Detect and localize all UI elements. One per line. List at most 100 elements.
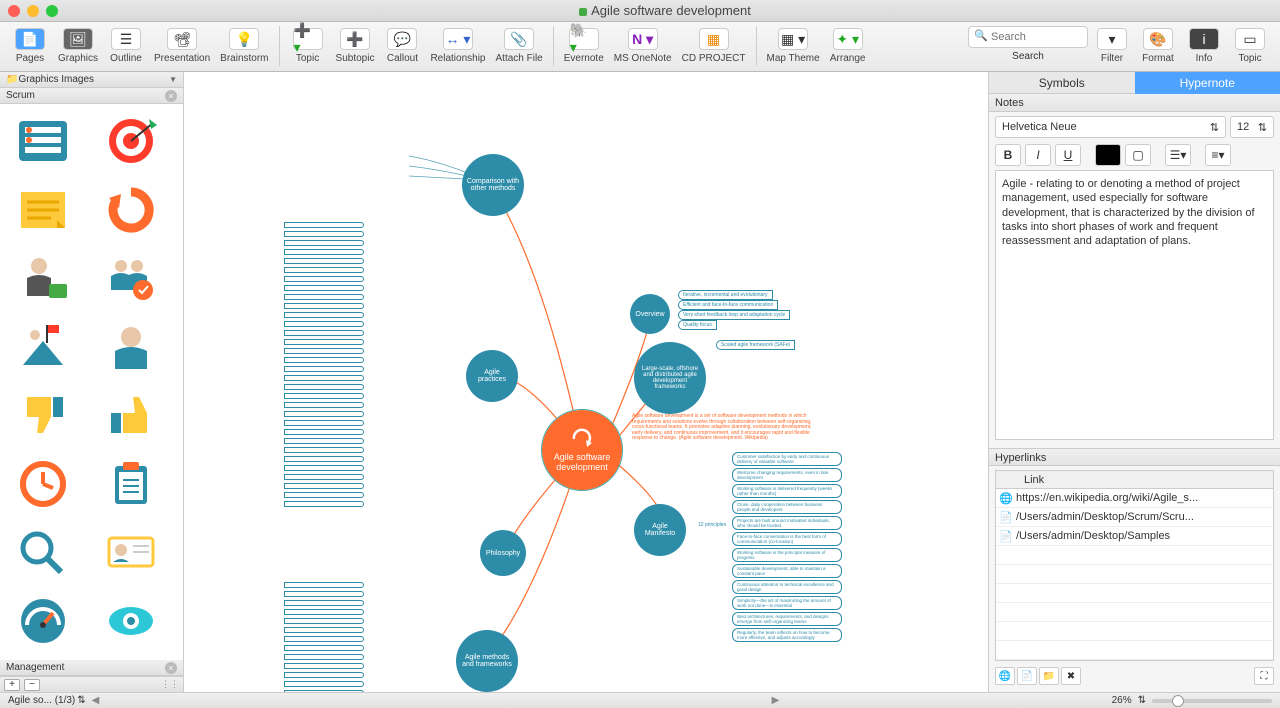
leaf-item[interactable] [284,447,364,453]
resize-handle[interactable]: ⋮⋮ [161,679,179,690]
leaf-item[interactable] [284,654,364,660]
manifesto-item[interactable]: Simplicity—the art of maximizing the amo… [732,596,842,610]
graphics-button[interactable]: 🖼Graphics [54,26,102,66]
format-button[interactable]: 🎨Format [1136,26,1180,66]
link-web-button[interactable]: 🌐 [995,667,1015,685]
leaf-item[interactable] [284,681,364,687]
leaf-item[interactable] [284,420,364,426]
leaf-item[interactable] [284,600,364,606]
canvas[interactable]: Agile software development Agile softwar… [184,72,988,692]
underline-button[interactable]: U [1055,144,1081,166]
target-icon[interactable] [96,112,166,170]
page-indicator[interactable]: Agile so... (1/3) [8,695,75,706]
leaf-item[interactable] [284,465,364,471]
pages-button[interactable]: 📄Pages [8,26,52,66]
font-select[interactable]: Helvetica Neue⇅ [995,116,1226,138]
leaf-item[interactable] [284,645,364,651]
leaf-item[interactable] [284,492,364,498]
cycle-icon[interactable] [96,181,166,239]
leaf-item[interactable] [284,321,364,327]
magnifier-icon[interactable] [8,523,78,581]
subtopic-button[interactable]: ➕Subtopic [332,26,379,66]
maptheme-button[interactable]: ▦ ▾Map Theme [763,26,824,66]
symbols-tab[interactable]: Symbols [989,72,1135,94]
bold-button[interactable]: B [995,144,1021,166]
flag-person-icon[interactable] [8,318,78,376]
clipboard-icon[interactable] [96,455,166,513]
relationship-button[interactable]: ↔ ▾Relationship [426,26,489,66]
manifesto-item[interactable]: Working software is the principal measur… [732,548,842,562]
leaf-item[interactable] [284,339,364,345]
topic-panel-button[interactable]: ▭Topic [1228,26,1272,66]
link-expand-button[interactable]: ⛶ [1254,667,1274,685]
clock-icon[interactable] [8,455,78,513]
hypernote-tab[interactable]: Hypernote [1135,72,1280,94]
manifesto-node[interactable]: Agile Manifesto [634,504,686,556]
leaf-item[interactable] [284,582,364,588]
overview-item[interactable]: Efficient and face-to-face communication [678,300,778,310]
manifesto-item[interactable]: Welcome changing requirements, even in l… [732,468,842,482]
manifesto-item[interactable]: Customer satisfaction by early and conti… [732,452,842,466]
link-row[interactable]: 📄/Users/admin/Desktop/Scrum/Scru... [996,508,1273,527]
leaf-item[interactable] [284,618,364,624]
leaf-item[interactable] [284,375,364,381]
link-remove-button[interactable]: ✖ [1061,667,1081,685]
leaf-item[interactable] [284,672,364,678]
leaf-item[interactable] [284,474,364,480]
search-field[interactable]: Search [968,26,1088,62]
businessman-money-icon[interactable] [8,249,78,307]
leaf-item[interactable] [284,456,364,462]
leaf-item[interactable] [284,366,364,372]
center-topic[interactable]: Agile software development [542,410,622,490]
leaf-item[interactable] [284,690,364,692]
leaf-item[interactable] [284,303,364,309]
leaf-item[interactable] [284,231,364,237]
philosophy-node[interactable]: Philosophy [480,530,526,576]
leaf-item[interactable] [284,285,364,291]
list-button[interactable]: ☰▾ [1165,144,1191,166]
add-button[interactable]: + [4,679,20,691]
practices-node[interactable]: Agile practices [466,350,518,402]
text-color-button[interactable] [1095,144,1121,166]
eye-icon[interactable] [96,592,166,650]
italic-button[interactable]: I [1025,144,1051,166]
manifesto-item[interactable]: Face-to-face conversation is the best fo… [732,532,842,546]
leaf-item[interactable] [284,276,364,282]
onenote-button[interactable]: N ▾MS OneNote [610,26,676,66]
arrange-button[interactable]: ✦ ▾Arrange [826,26,870,66]
overview-item[interactable]: Iterative, incremental and evolutionary [678,290,773,300]
leaf-item[interactable] [284,483,364,489]
leaf-item[interactable] [284,663,364,669]
close-section-icon[interactable]: × [165,90,177,102]
largescale-node[interactable]: Large-scale, offshore and distributed ag… [634,342,706,414]
leaf-item[interactable] [284,357,364,363]
thumbs-up-icon[interactable] [96,386,166,444]
link-row[interactable]: 🌐https://en.wikipedia.org/wiki/Agile_s..… [996,489,1273,508]
gauge-icon[interactable] [8,592,78,650]
presentation-button[interactable]: 📽Presentation [150,26,214,66]
leaf-item[interactable] [284,258,364,264]
methods-node[interactable]: Agile methods and frameworks [456,630,518,692]
leaf-item[interactable] [284,384,364,390]
manifesto-item[interactable]: Continuous attention to technical excell… [732,580,842,594]
leaf-item[interactable] [284,627,364,633]
align-button[interactable]: ≡▾ [1205,144,1231,166]
callout-button[interactable]: 💬Callout [380,26,424,66]
leaf-item[interactable] [284,240,364,246]
leaf-item[interactable] [284,636,364,642]
leaf-item[interactable] [284,330,364,336]
scrum-section[interactable]: Scrum× [0,88,183,104]
id-card-icon[interactable] [96,523,166,581]
thumbs-down-icon[interactable] [8,386,78,444]
attach-file-button[interactable]: 📎Attach File [492,26,547,66]
manifesto-item[interactable]: Working software is delivered frequently… [732,484,842,498]
leaf-item[interactable] [284,294,364,300]
user-icon[interactable] [96,318,166,376]
sticky-note-icon[interactable] [8,181,78,239]
zoom-slider[interactable] [1152,699,1272,703]
leaf-item[interactable] [284,438,364,444]
leaf-item[interactable] [284,348,364,354]
leaf-item[interactable] [284,591,364,597]
next-page-icon[interactable]: ▶ [772,695,780,706]
leaf-item[interactable] [284,411,364,417]
